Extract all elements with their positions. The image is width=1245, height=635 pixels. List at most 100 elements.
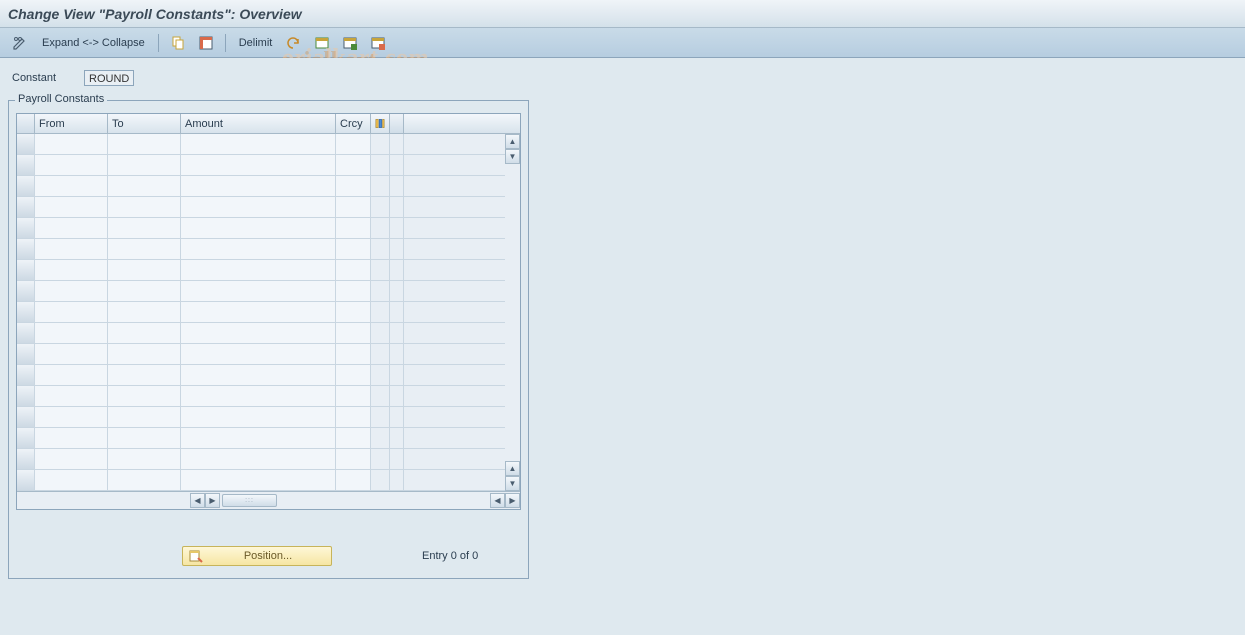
cell-from[interactable] — [35, 323, 108, 343]
cell-crcy[interactable] — [336, 407, 371, 427]
cell-amount[interactable] — [181, 323, 336, 343]
cell-from[interactable] — [35, 365, 108, 385]
cell-amount[interactable] — [181, 260, 336, 280]
cell-from[interactable] — [35, 155, 108, 175]
cell-to[interactable] — [108, 239, 181, 259]
toggle-edit-button[interactable] — [8, 33, 32, 53]
option3-button[interactable] — [366, 33, 390, 53]
hscroll-left-button[interactable]: ◀ — [190, 493, 205, 508]
cell-from[interactable] — [35, 218, 108, 238]
cell-to[interactable] — [108, 365, 181, 385]
cell-to[interactable] — [108, 176, 181, 196]
row-selector[interactable] — [17, 281, 35, 301]
cell-crcy[interactable] — [336, 197, 371, 217]
cell-amount[interactable] — [181, 302, 336, 322]
cell-to[interactable] — [108, 281, 181, 301]
cell-crcy[interactable] — [336, 449, 371, 469]
cell-amount[interactable] — [181, 197, 336, 217]
cell-from[interactable] — [35, 281, 108, 301]
undo-button[interactable] — [282, 33, 306, 53]
row-selector[interactable] — [17, 344, 35, 364]
cell-to[interactable] — [108, 155, 181, 175]
cell-crcy[interactable] — [336, 302, 371, 322]
cell-from[interactable] — [35, 449, 108, 469]
cell-from[interactable] — [35, 407, 108, 427]
row-selector[interactable] — [17, 302, 35, 322]
row-selector[interactable] — [17, 365, 35, 385]
cell-amount[interactable] — [181, 281, 336, 301]
row-selector[interactable] — [17, 260, 35, 280]
cell-from[interactable] — [35, 344, 108, 364]
vertical-scrollbar[interactable]: ▲ ▼ ▲ ▼ — [505, 134, 520, 491]
cell-to[interactable] — [108, 323, 181, 343]
cell-amount[interactable] — [181, 134, 336, 154]
cell-to[interactable] — [108, 344, 181, 364]
row-selector[interactable] — [17, 218, 35, 238]
cell-crcy[interactable] — [336, 239, 371, 259]
column-from[interactable]: From — [35, 114, 108, 133]
delimit-button[interactable]: Delimit — [233, 33, 279, 53]
cell-amount[interactable] — [181, 407, 336, 427]
cell-amount[interactable] — [181, 344, 336, 364]
row-selector[interactable] — [17, 323, 35, 343]
option2-button[interactable] — [338, 33, 362, 53]
cell-to[interactable] — [108, 134, 181, 154]
row-selector[interactable] — [17, 239, 35, 259]
scroll-up-small-button[interactable]: ▲ — [505, 461, 520, 476]
scroll-up-button[interactable]: ▲ — [505, 134, 520, 149]
row-selector[interactable] — [17, 197, 35, 217]
cell-to[interactable] — [108, 218, 181, 238]
column-to[interactable]: To — [108, 114, 181, 133]
cell-to[interactable] — [108, 470, 181, 490]
cell-crcy[interactable] — [336, 365, 371, 385]
column-selector[interactable] — [17, 114, 35, 133]
configure-columns-button[interactable] — [371, 114, 389, 133]
cell-from[interactable] — [35, 302, 108, 322]
row-selector[interactable] — [17, 428, 35, 448]
cell-amount[interactable] — [181, 449, 336, 469]
cell-from[interactable] — [35, 239, 108, 259]
cell-crcy[interactable] — [336, 134, 371, 154]
cell-from[interactable] — [35, 428, 108, 448]
cell-crcy[interactable] — [336, 176, 371, 196]
copy-button[interactable] — [166, 33, 190, 53]
column-crcy[interactable]: Crcy — [336, 114, 371, 133]
expand-collapse-button[interactable]: Expand <-> Collapse — [36, 33, 151, 53]
cell-amount[interactable] — [181, 176, 336, 196]
cell-crcy[interactable] — [336, 155, 371, 175]
cell-amount[interactable] — [181, 155, 336, 175]
cell-amount[interactable] — [181, 239, 336, 259]
cell-crcy[interactable] — [336, 386, 371, 406]
cell-crcy[interactable] — [336, 428, 371, 448]
cell-from[interactable] — [35, 386, 108, 406]
row-selector[interactable] — [17, 449, 35, 469]
cell-to[interactable] — [108, 428, 181, 448]
hscroll-right2-button[interactable]: ▶ — [505, 493, 520, 508]
constant-value[interactable]: ROUND — [84, 70, 134, 86]
cell-amount[interactable] — [181, 386, 336, 406]
cell-crcy[interactable] — [336, 281, 371, 301]
hscroll-left2-button[interactable]: ◀ — [490, 493, 505, 508]
row-selector[interactable] — [17, 176, 35, 196]
row-selector[interactable] — [17, 155, 35, 175]
hscroll-right-button[interactable]: ▶ — [205, 493, 220, 508]
cell-amount[interactable] — [181, 428, 336, 448]
scroll-down-small-button[interactable]: ▼ — [505, 149, 520, 164]
option1-button[interactable] — [310, 33, 334, 53]
cell-crcy[interactable] — [336, 218, 371, 238]
row-selector[interactable] — [17, 386, 35, 406]
cell-crcy[interactable] — [336, 260, 371, 280]
cell-amount[interactable] — [181, 470, 336, 490]
cell-crcy[interactable] — [336, 470, 371, 490]
row-selector[interactable] — [17, 407, 35, 427]
scroll-down-button[interactable]: ▼ — [505, 476, 520, 491]
cell-to[interactable] — [108, 197, 181, 217]
cell-crcy[interactable] — [336, 323, 371, 343]
cell-amount[interactable] — [181, 218, 336, 238]
cell-to[interactable] — [108, 386, 181, 406]
select-all-button[interactable] — [194, 33, 218, 53]
cell-from[interactable] — [35, 134, 108, 154]
column-amount[interactable]: Amount — [181, 114, 336, 133]
cell-amount[interactable] — [181, 365, 336, 385]
cell-to[interactable] — [108, 260, 181, 280]
